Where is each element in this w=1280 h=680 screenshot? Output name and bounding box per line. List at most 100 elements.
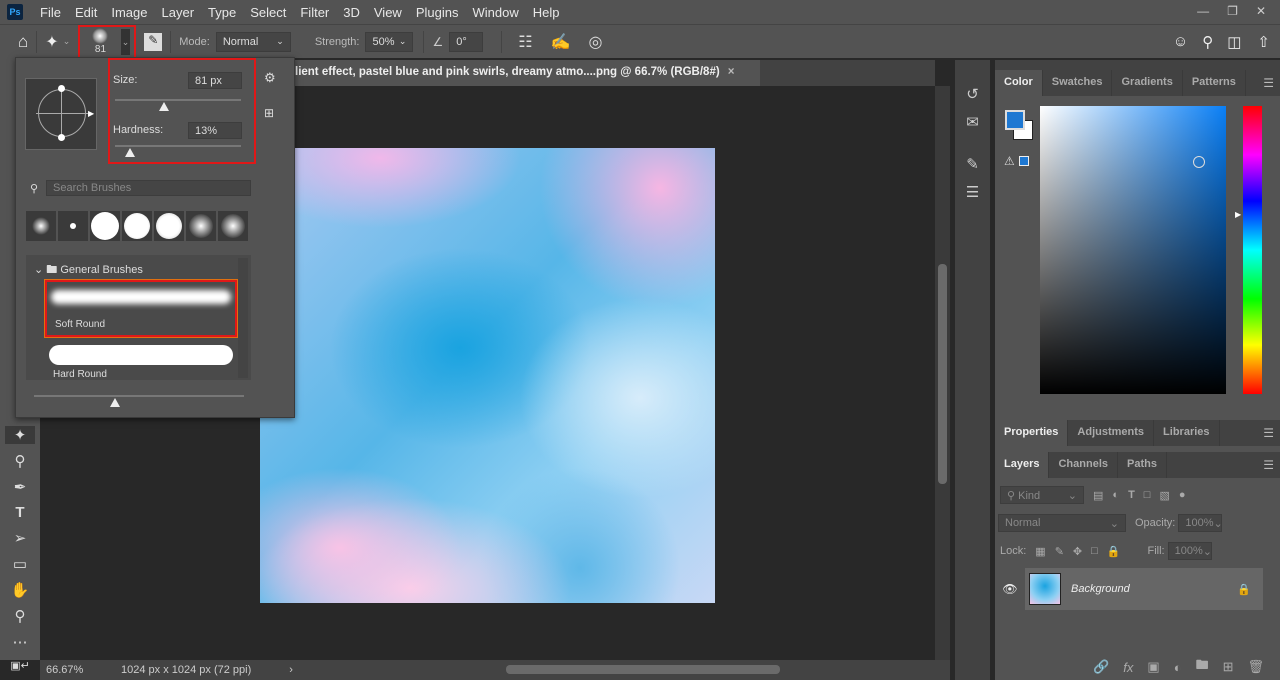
minimize-icon[interactable]: — (1197, 4, 1209, 18)
lock-pixels-icon[interactable]: ✎ (1055, 545, 1064, 558)
history-icon[interactable]: ↺ (955, 80, 990, 108)
tab-libraries[interactable]: Libraries (1154, 420, 1220, 446)
pen-tool-icon[interactable]: ✒ (14, 478, 27, 496)
tab-channels[interactable]: Channels (1049, 452, 1118, 478)
panel-menu-icon[interactable]: ☰ (1257, 420, 1280, 446)
layer-name[interactable]: Background (1071, 583, 1130, 595)
angle-field[interactable]: 0° (449, 31, 484, 52)
color-field[interactable] (1040, 106, 1226, 394)
opacity-field[interactable]: 100% ⌄ (1178, 514, 1223, 532)
new-layer-icon[interactable]: ⊞ (1223, 659, 1234, 675)
recent-brush[interactable] (186, 211, 216, 241)
brush-tip-preview[interactable]: ▶ (25, 78, 97, 150)
share-icon[interactable]: ⇧ (1257, 33, 1270, 51)
tab-patterns[interactable]: Patterns (1183, 70, 1246, 96)
recent-brush[interactable] (90, 211, 120, 241)
zoom-tool-icon[interactable]: ⚲ (15, 607, 26, 625)
pressure-size-icon[interactable]: ☷ (518, 32, 532, 52)
status-menu-chevron[interactable]: › (289, 664, 293, 676)
filter-smart-object-icon[interactable]: ▧ (1159, 489, 1169, 502)
vertical-scrollbar[interactable] (935, 86, 950, 660)
rectangle-tool-icon[interactable]: ▭ (13, 555, 27, 573)
filter-shape-icon[interactable]: □ (1144, 489, 1151, 501)
hardness-slider[interactable] (115, 145, 241, 147)
strength-field[interactable]: 50% ⌄ (365, 31, 414, 52)
close-tab-icon[interactable]: × (728, 66, 735, 78)
fill-field[interactable]: 100% ⌄ (1167, 542, 1212, 560)
menu-select[interactable]: Select (243, 5, 293, 20)
more-tools-icon[interactable]: ⋯ (13, 633, 28, 651)
tab-paths[interactable]: Paths (1118, 452, 1167, 478)
delete-layer-icon[interactable]: 🗑 (1247, 659, 1264, 675)
brush-hard-round[interactable]: Hard Round (45, 343, 237, 380)
menu-layer[interactable]: Layer (155, 5, 202, 20)
comments-icon[interactable]: ✉ (955, 108, 990, 136)
preview-size-knob[interactable] (110, 398, 120, 407)
menu-view[interactable]: View (367, 5, 409, 20)
hue-slider[interactable] (1243, 106, 1262, 394)
workspace-icon[interactable]: ◫ (1227, 33, 1241, 51)
menu-image[interactable]: Image (104, 5, 154, 20)
recent-brush[interactable] (58, 211, 88, 241)
hand-tool-icon[interactable]: ✋ (11, 581, 30, 599)
brush-settings-icon[interactable]: ✎ (955, 150, 990, 178)
filter-pixel-icon[interactable]: ▤ (1093, 489, 1103, 502)
recent-brush[interactable] (154, 211, 184, 241)
size-slider[interactable] (115, 99, 241, 101)
type-tool-icon[interactable]: T (15, 504, 24, 521)
hardness-slider-knob[interactable] (125, 148, 135, 157)
layer-row-background[interactable]: 👁 Background 🔒 (995, 568, 1280, 610)
panel-menu-icon[interactable]: ☰ (1257, 70, 1280, 96)
mode-select[interactable]: Normal ⌄ (215, 31, 291, 52)
tab-layers[interactable]: Layers (995, 452, 1050, 478)
canvas-image-clouds[interactable] (260, 148, 715, 603)
tab-properties[interactable]: Properties (995, 420, 1069, 446)
lock-transparent-icon[interactable]: ▦ (1035, 545, 1045, 558)
panel-menu-icon[interactable]: ☰ (1257, 452, 1280, 478)
visibility-eye-icon[interactable]: 👁 (995, 582, 1025, 596)
adjustment-layer-icon[interactable]: ◐ (1174, 660, 1182, 675)
foreground-color-swatch[interactable] (1005, 110, 1025, 130)
adjustments-sliders-icon[interactable]: ☰ (955, 178, 990, 206)
swap-colors-icon[interactable]: ▣↵ (10, 659, 30, 672)
new-group-icon[interactable]: 🖿 (1196, 656, 1209, 678)
close-icon[interactable]: ✕ (1256, 4, 1266, 18)
brush-settings-panel-icon[interactable]: ✎ (144, 32, 163, 51)
color-picker-cursor[interactable] (1193, 156, 1205, 168)
filter-type-icon[interactable]: T (1128, 489, 1135, 501)
chevron-down-icon[interactable]: ⌄ (120, 28, 131, 55)
finger-painting-icon[interactable]: ◎ (588, 32, 602, 52)
filter-toggle[interactable]: ● (1179, 489, 1186, 501)
add-mask-icon[interactable]: ▣ (1147, 659, 1159, 675)
restore-icon[interactable]: ❐ (1227, 4, 1238, 18)
link-layers-icon[interactable]: 🔗 (1093, 659, 1109, 675)
path-selection-tool-icon[interactable]: ➢ (14, 529, 27, 547)
menu-help[interactable]: Help (526, 5, 567, 20)
menu-3d[interactable]: 3D (336, 5, 367, 20)
menu-type[interactable]: Type (201, 5, 243, 20)
sample-all-layers-icon[interactable]: ✍ (551, 32, 571, 52)
home-icon[interactable]: ⌂ (18, 32, 28, 52)
layer-style-fx-icon[interactable]: fx (1123, 660, 1133, 675)
web-safe-color-swatch[interactable] (1019, 156, 1029, 166)
brush-list-scrollbar[interactable] (238, 258, 248, 378)
brush-preset-picker[interactable]: 81 ⌄ (78, 24, 137, 59)
menu-filter[interactable]: Filter (293, 5, 336, 20)
new-preset-icon[interactable]: ⊞ (264, 106, 274, 120)
gamut-warning-icon[interactable]: ⚠ (1004, 154, 1015, 168)
blend-mode-select[interactable]: Normal ⌄ (998, 514, 1126, 532)
horizontal-scrollbar[interactable] (506, 665, 780, 674)
document-tab[interactable]: lient effect, pastel blue and pink swirl… (295, 60, 760, 86)
hue-slider-marker[interactable]: ▶ (1235, 210, 1241, 219)
recent-brush[interactable] (218, 211, 248, 241)
lock-position-icon[interactable]: ✥ (1073, 545, 1082, 558)
recent-brush[interactable] (122, 211, 152, 241)
menu-window[interactable]: Window (465, 5, 525, 20)
smudge-tool-icon[interactable]: ✦ (5, 426, 35, 444)
dodge-tool-icon[interactable]: ⚲ (15, 452, 26, 470)
lock-artboard-icon[interactable]: □ (1091, 545, 1098, 557)
share-user-icon[interactable]: ☺ (1173, 33, 1188, 50)
filter-adjustment-icon[interactable]: ◐ (1112, 489, 1119, 501)
tab-gradients[interactable]: Gradients (1112, 70, 1183, 96)
lock-all-icon[interactable]: 🔒 (1107, 545, 1121, 558)
